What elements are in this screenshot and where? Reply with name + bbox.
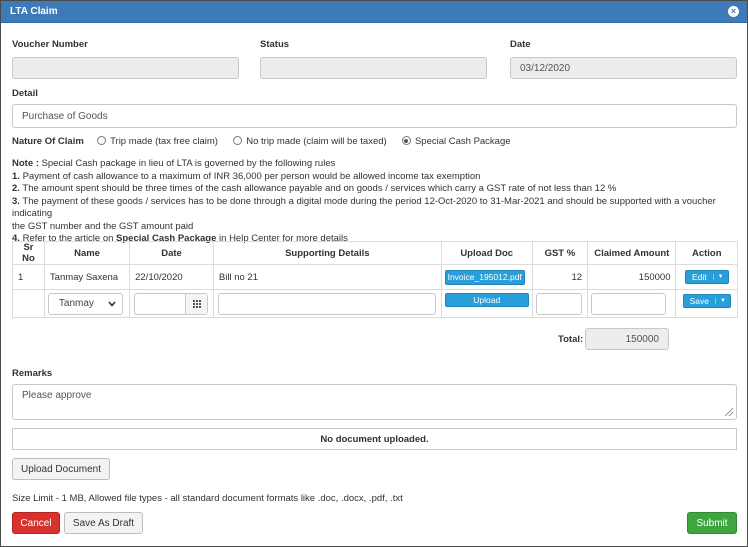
col-upload-doc: Upload Doc [440, 241, 533, 265]
upload-button[interactable]: Upload [444, 293, 529, 307]
resize-handle-icon[interactable] [725, 408, 733, 416]
dialog-title: LTA Claim [10, 6, 58, 17]
radio-trip-made[interactable]: Trip made (tax free claim) [97, 136, 218, 147]
detail-label: Detail [12, 88, 38, 99]
upload-document-button[interactable]: Upload Document [12, 458, 110, 480]
nature-of-claim-row: Nature Of Claim Trip made (tax free clai… [12, 136, 511, 147]
cell-gst: 12 [531, 264, 589, 290]
cancel-button[interactable]: Cancel [12, 512, 60, 534]
col-date: Date [129, 241, 214, 265]
new-details-input[interactable] [217, 292, 436, 315]
dialog-titlebar: LTA Claim × [1, 1, 747, 23]
radio-icon [97, 136, 107, 145]
table-header-row: Sr No Name Date Supporting Details Uploa… [12, 241, 738, 265]
table-row: 1 Tanmay Saxena 22/10/2020 Bill no 21 In… [12, 264, 738, 290]
cell-details: Bill no 21 [212, 264, 442, 290]
save-row-button[interactable]: Save ▼ [682, 294, 731, 308]
voucher-number-field[interactable] [12, 57, 239, 79]
caret-down-icon[interactable]: ▼ [714, 298, 730, 304]
col-action: Action [675, 241, 738, 265]
total-field: 150000 [585, 328, 669, 350]
new-entry-row: Tanmay Upload Save ▼ [12, 289, 738, 318]
date-picker[interactable] [134, 292, 209, 315]
radio-icon [233, 136, 243, 145]
new-gst-input[interactable] [535, 292, 582, 315]
radio-special-cash-package[interactable]: Special Cash Package [401, 136, 511, 147]
date-label: Date [510, 39, 531, 50]
size-limit-text: Size Limit - 1 MB, Allowed file types - … [12, 493, 403, 504]
caret-down-icon[interactable]: ▼ [712, 274, 728, 280]
cell-date: 22/10/2020 [129, 264, 214, 290]
col-name: Name [43, 241, 131, 265]
edit-button[interactable]: Edit ▼ [684, 270, 729, 284]
cell-amount: 150000 [587, 264, 677, 290]
lta-claim-dialog: LTA Claim × Voucher Number Status Date 0… [0, 0, 748, 547]
col-gst: GST % [531, 241, 589, 265]
date-field[interactable]: 03/12/2020 [510, 57, 737, 79]
nature-of-claim-label: Nature Of Claim [12, 136, 84, 147]
remarks-label: Remarks [12, 368, 53, 379]
col-claimed-amount: Claimed Amount [587, 241, 677, 265]
chevron-down-icon [108, 300, 116, 307]
save-as-draft-button[interactable]: Save As Draft [64, 512, 143, 534]
submit-button[interactable]: Submit [687, 512, 737, 534]
claims-table: Sr No Name Date Supporting Details Uploa… [12, 241, 738, 318]
remarks-textarea[interactable]: Please approve [12, 384, 737, 420]
detail-input[interactable]: Purchase of Goods [12, 104, 737, 128]
name-select[interactable]: Tanmay [47, 292, 123, 315]
status-label: Status [260, 39, 290, 50]
col-sr-no: Sr No [12, 241, 45, 265]
no-document-message: No document uploaded. [12, 428, 737, 450]
total-label: Total: [558, 334, 584, 345]
close-icon[interactable]: × [728, 6, 739, 17]
col-supporting-details: Supporting Details [212, 241, 442, 265]
calendar-grid-icon[interactable] [185, 293, 208, 314]
radio-selected-icon [401, 136, 411, 145]
cell-name: Tanmay Saxena [43, 264, 131, 290]
new-date-input[interactable] [135, 294, 185, 314]
rules-note: Note : Special Cash package in lieu of L… [12, 158, 716, 244]
voucher-number-label: Voucher Number [12, 39, 88, 50]
cell-sr: 1 [12, 264, 45, 290]
new-amount-input[interactable] [591, 292, 667, 315]
invoice-file-button[interactable]: Invoice_195012.pdf [444, 269, 525, 285]
radio-no-trip-made[interactable]: No trip made (claim will be taxed) [233, 136, 387, 147]
status-field[interactable] [260, 57, 487, 79]
